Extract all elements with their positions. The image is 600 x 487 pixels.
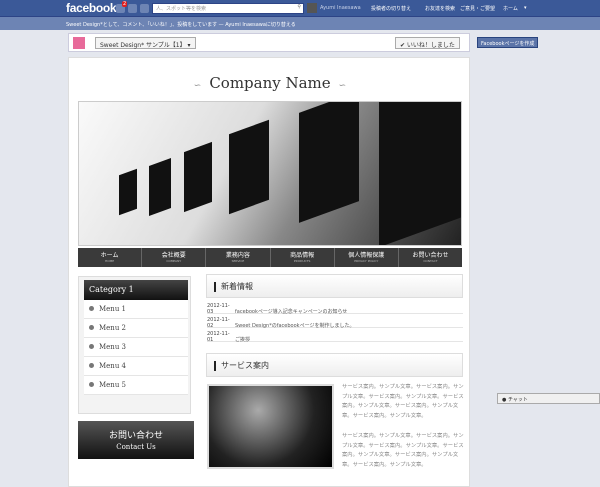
home-link[interactable]: ホーム xyxy=(503,5,518,12)
find-friends-link[interactable]: お友達を検索 xyxy=(425,5,455,12)
service-text: サービス案内。サンプル文章。サービス案内。サンプル文章。サービス案内。サンプル文… xyxy=(342,433,464,468)
nav-privacy[interactable]: 個人情報保護 PRIVACY POLICY xyxy=(335,248,399,267)
ornament-right: ∽ xyxy=(338,81,347,91)
nav-home[interactable]: ホーム HOME xyxy=(78,248,143,267)
sidebar: Category 1 Menu 1 Menu 2 Menu 3 Menu 4 M… xyxy=(78,276,191,414)
contact-us-button[interactable]: お問い合わせ Contact Us xyxy=(78,421,194,459)
feedback-link[interactable]: ご意見・ご要望 xyxy=(460,5,495,12)
nav-company[interactable]: 会社概要 COMPANY xyxy=(142,248,207,267)
site-nav: ホーム HOME 会社概要 COMPANY 業務内容 SERVICE 商品情報 PROD… xyxy=(78,248,462,267)
menu-item-5[interactable]: Menu 5 xyxy=(84,376,188,395)
user-name[interactable]: Ayumi Inaesawa xyxy=(320,5,361,11)
avatar[interactable] xyxy=(307,3,317,13)
switch-user-link[interactable]: 投稿者の切り替え xyxy=(371,5,411,12)
search-input[interactable]: 人、スポット等を検索 ⚲ xyxy=(152,3,304,14)
menu-item-4[interactable]: Menu 4 xyxy=(84,357,188,376)
bullet-icon xyxy=(89,306,94,311)
company-title: ∽ Company Name ∽ xyxy=(69,74,471,92)
account-menu-button[interactable]: ▾ xyxy=(524,5,527,11)
chat-bar[interactable]: ● チャット xyxy=(497,393,600,404)
page-header: Sweet Design* サンプル【1】 ▾ ✔ いいね！しました xyxy=(68,33,470,52)
news-item[interactable]: 2012-11-03 facebookページ導入記念キャンペーンのお知らせ xyxy=(207,300,463,315)
liked-button[interactable]: ✔ いいね！しました xyxy=(395,37,460,49)
category-header: Category 1 xyxy=(84,280,188,300)
nav-contact[interactable]: お問い合わせ CONTACT xyxy=(399,248,462,267)
menu-item-3[interactable]: Menu 3 xyxy=(84,338,188,357)
nav-products[interactable]: 商品情報 PRODUCTS xyxy=(271,248,335,267)
bullet-icon xyxy=(89,382,94,387)
bullet-icon xyxy=(89,363,94,368)
page-tab-content: ∽ Company Name ∽ ホーム HOME 会社概要 COMPANY 業務内容 S… xyxy=(68,57,470,487)
nav-service[interactable]: 業務内容 SERVICE xyxy=(206,248,271,267)
menu-item-1[interactable]: Menu 1 xyxy=(84,300,188,319)
page-icon xyxy=(73,37,85,49)
service-text: サービス案内。サンプル文章。サービス案内。サンプル文章。サービス案内。サンプル文… xyxy=(342,384,464,419)
acting-as-notice[interactable]: Sweet Design*として、コメント、「いいね！」、投稿をしています — … xyxy=(0,17,600,30)
search-icon[interactable]: ⚲ xyxy=(297,4,301,10)
messages-icon[interactable] xyxy=(128,4,137,13)
news-item[interactable]: 2012-11-01 ご挨拶 xyxy=(207,328,463,343)
news-header: 新着情報 xyxy=(206,274,463,298)
notification-badge: 2 xyxy=(122,1,128,7)
company-name: Company Name xyxy=(209,74,331,92)
facebook-top-bar: facebook 2 人、スポット等を検索 ⚲ Ayumi Inaesawa 投稿… xyxy=(0,0,600,17)
page-selector[interactable]: Sweet Design* サンプル【1】 ▾ xyxy=(95,37,196,49)
bullet-icon xyxy=(89,344,94,349)
service-image xyxy=(207,384,334,469)
notifications-icon[interactable] xyxy=(140,4,149,13)
ornament-left: ∽ xyxy=(193,81,202,91)
hero-image xyxy=(78,101,462,246)
menu-item-2[interactable]: Menu 2 xyxy=(84,319,188,338)
bullet-icon xyxy=(89,325,94,330)
facebook-logo[interactable]: facebook xyxy=(66,1,117,15)
service-header: サービス案内 xyxy=(206,353,463,377)
create-page-button[interactable]: Facebookページを作成 xyxy=(477,37,539,48)
search-placeholder: 人、スポット等を検索 xyxy=(156,6,207,12)
news-item[interactable]: 2012-11-02 Sweet Design*のfacebookページを制作しま… xyxy=(207,314,463,329)
